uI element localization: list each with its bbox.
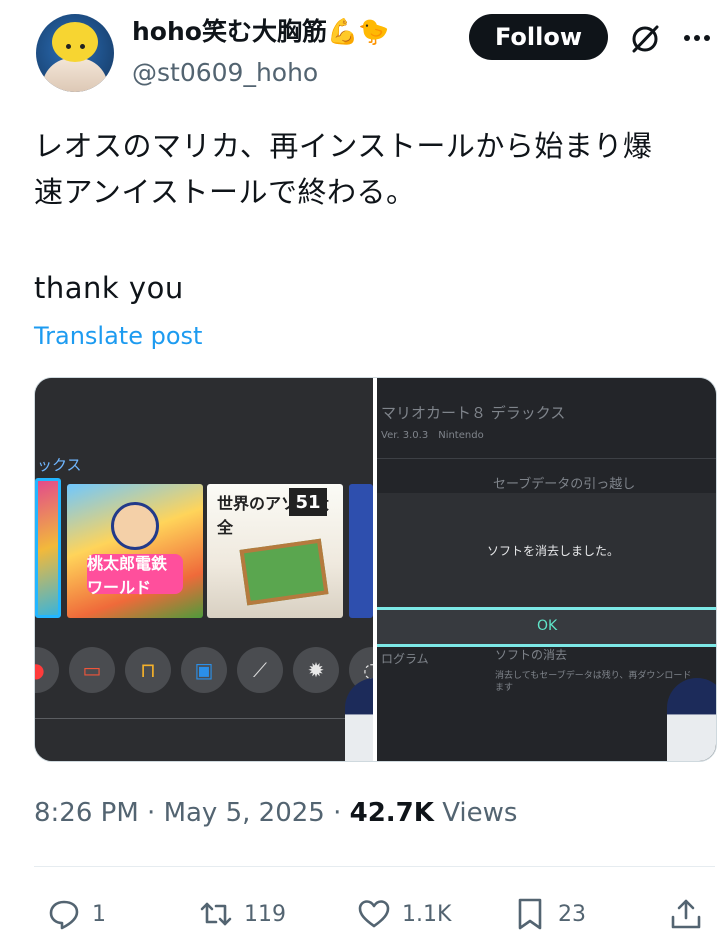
avatar-eye-left <box>66 44 71 49</box>
meta-separator-2: · <box>333 798 342 828</box>
post-time[interactable]: 8:26 PM <box>34 798 139 828</box>
post-media[interactable]: ックス 桃太郎電鉄 ワールド 世界のアソビ大全 51 ● ▭ ⊓ ▣ ⟋ ✹ ◌… <box>34 377 717 762</box>
post-text-line-3: thank you <box>34 271 184 305</box>
settings-section-label: セーブデータの引っ越し <box>493 477 636 492</box>
settings-item-desc: 消去してもセーブデータは残り、再ダウンロード ます <box>495 671 692 693</box>
media-image-left[interactable]: ックス 桃太郎電鉄 ワールド 世界のアソビ大全 51 ● ▭ ⊓ ▣ ⟋ ✹ ◌ <box>35 378 405 761</box>
more-horizontal-icon[interactable] <box>680 24 714 52</box>
like-count: 1.1K <box>402 901 452 927</box>
avatar-hair <box>42 58 108 92</box>
views-label: Views <box>442 798 518 828</box>
bookmark-count: 23 <box>558 901 586 927</box>
meta-separator-1: · <box>147 798 156 828</box>
post-text-line-2: 速アンイストールで終わる。 <box>34 175 416 209</box>
settings-title: マリオカート８ デラックス <box>381 404 566 422</box>
bookmark-button[interactable]: 23 <box>512 894 586 934</box>
dock-online-icon: ● <box>35 647 59 693</box>
game-tile-partial <box>349 484 373 618</box>
user-handle[interactable]: @st0609_hoho <box>132 56 318 90</box>
tile-logo: 桃太郎電鉄 ワールド <box>87 554 183 597</box>
repost-count: 119 <box>244 901 286 927</box>
tile-number: 51 <box>289 488 327 516</box>
dock-settings-icon: ✹ <box>293 647 339 693</box>
avatar-chick <box>52 22 98 62</box>
repost-icon <box>200 902 232 926</box>
reply-icon <box>49 900 79 930</box>
avatar-eye-right <box>80 44 85 49</box>
views-count: 42.7K <box>349 798 434 828</box>
settings-item-title: ソフトの消去 <box>495 648 568 662</box>
dock-divider <box>35 718 373 719</box>
settings-left-item: ログラム <box>381 652 429 666</box>
left-header-text: ックス <box>37 456 82 474</box>
action-bar-divider <box>34 866 715 867</box>
grok-icon[interactable] <box>628 22 662 56</box>
reply-button[interactable]: 1 <box>46 894 106 934</box>
translate-post-link[interactable]: Translate post <box>34 320 202 352</box>
dialog-message: ソフトを消去しました。 <box>487 544 620 558</box>
follow-button[interactable]: Follow <box>469 14 608 60</box>
post-date[interactable]: May 5, 2025 <box>164 798 325 828</box>
bookmark-icon <box>518 898 542 930</box>
dock-news-icon: ▭ <box>69 647 115 693</box>
dock-shop-icon: ⊓ <box>125 647 171 693</box>
dock-album-icon: ▣ <box>181 647 227 693</box>
share-icon <box>671 899 701 929</box>
share-button[interactable] <box>668 894 704 934</box>
media-image-right[interactable]: マリオカート８ デラックス Ver. 3.0.3 Nintendo セーブデータ… <box>377 378 716 761</box>
settings-divider <box>377 458 716 459</box>
dock-controller-icon: ⟋ <box>237 647 283 693</box>
game-tile-selected <box>35 478 61 618</box>
game-tile-asobi-taizen: 世界のアソビ大全 51 <box>207 484 343 618</box>
repost-button[interactable]: 119 <box>198 894 286 934</box>
display-name[interactable]: hoho笑む大胸筋💪🐤 <box>132 14 389 50</box>
tile-character <box>111 502 159 550</box>
ok-button: OK <box>537 618 558 634</box>
avatar[interactable] <box>36 14 114 92</box>
post-text-line-1: レオスのマリカ、再インストールから始まり爆 <box>34 129 653 163</box>
like-button[interactable]: 1.1K <box>356 894 451 934</box>
tile-board-art <box>239 538 329 606</box>
streamer-overlay-right <box>667 678 716 761</box>
game-tile-momotetsu: 桃太郎電鉄 ワールド <box>67 484 203 618</box>
post-timestamp-row: 8:26 PM · May 5, 2025 · 42.7K Views <box>34 795 517 831</box>
settings-subtitle: Ver. 3.0.3 Nintendo <box>381 430 484 441</box>
reply-count: 1 <box>92 901 106 927</box>
heart-icon <box>358 900 390 928</box>
